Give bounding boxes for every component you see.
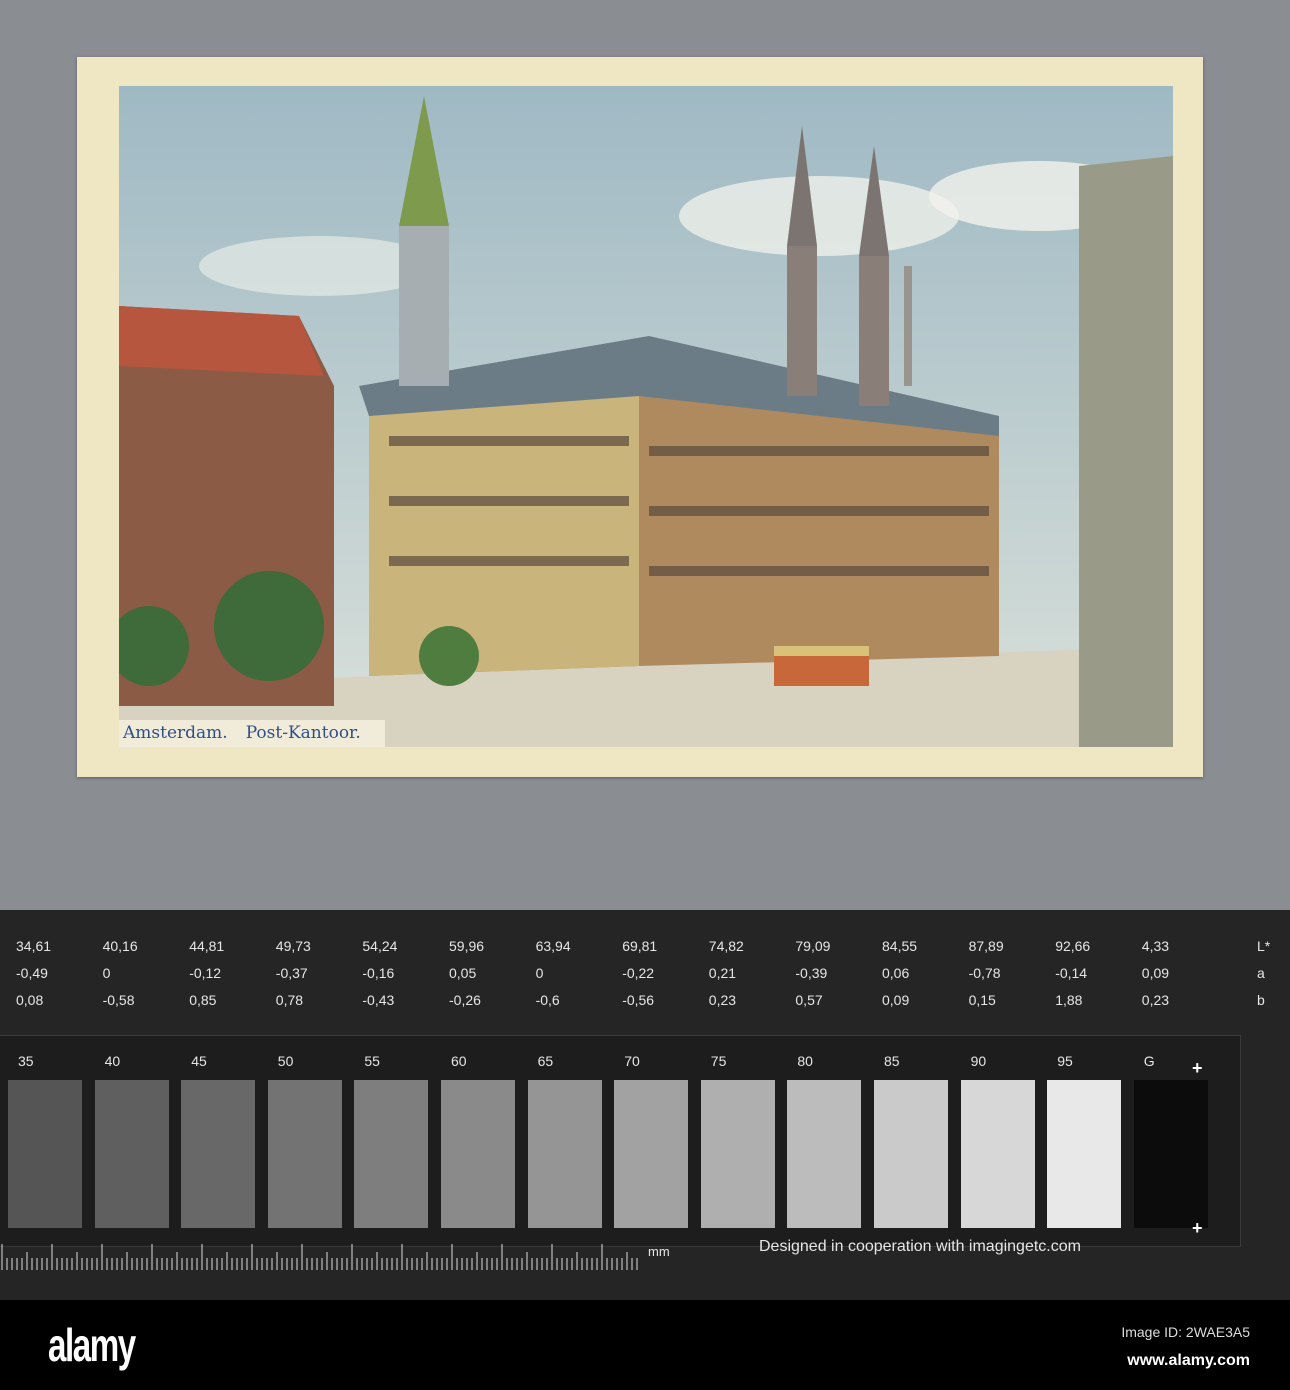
lab-value: 0,78 [275,992,304,1008]
lab-value: -0,49 [16,965,48,981]
postcard-illustration: Amsterdam. Post-Kantoor. [119,86,1173,747]
patch-label: 55 [364,1053,380,1069]
lab-value: 0 [535,965,544,981]
color-calibration-chart: 34,61 40,16 44,81 49,73 54,24 59,96 63,94 69,81… [0,910,1290,1300]
lab-value: -0,12 [189,965,222,981]
lab-value: 34,61 [16,938,52,954]
mm-ruler [1,1244,638,1270]
row-label: b [1257,992,1265,1008]
lab-value: 0,21 [708,965,737,981]
lab-value: 92,66 [1055,938,1091,954]
lab-value: -0,39 [795,965,828,981]
lab-value: -0,58 [102,992,135,1008]
lab-value: 63,94 [535,938,571,954]
postcard-caption: Amsterdam. Post-Kantoor. [119,720,385,747]
patch-label: 45 [191,1053,207,1069]
lab-value: -0,14 [1055,965,1088,981]
patch-label: G [1143,1053,1155,1069]
lab-value: 69,81 [622,938,658,954]
lab-value: 40,16 [102,938,138,954]
patch-label: 85 [884,1053,900,1069]
lab-value: 54,24 [362,938,398,954]
lab-value: 0,06 [882,965,910,981]
lab-value: 84,55 [882,938,918,954]
caption-city: Amsterdam. [123,723,228,743]
lab-value: 0,57 [795,992,823,1008]
lab-value: -0,16 [362,965,395,981]
gray-patch [700,1080,775,1228]
gray-patch [1047,1080,1122,1228]
footer-bar: alamy Image ID: 2WAE3A5 www.alamy.com [0,1300,1290,1390]
image-id: Image ID: 2WAE3A5 [1121,1324,1250,1340]
post-office-building-illustration [119,86,1173,747]
lab-value: 4,33 [1141,938,1170,954]
patch-label: 95 [1057,1053,1073,1069]
gray-patch [94,1080,169,1228]
lab-value: 0,23 [708,992,737,1008]
lab-value: 74,82 [708,938,744,954]
row-label: a [1257,965,1265,981]
patch-label: 90 [970,1053,987,1069]
gray-patch [614,1080,689,1228]
patch-label: 40 [104,1053,121,1069]
lab-value: -0,43 [362,992,395,1008]
patch-label: 35 [18,1053,34,1069]
lab-value: 0 [102,965,111,981]
lab-value: 0,09 [1141,965,1170,981]
lab-value: 44,81 [189,938,225,954]
lab-value: 49,73 [275,938,311,954]
gray-patch [267,1080,342,1228]
gray-patch [1133,1080,1208,1228]
lab-value: -0,22 [622,965,655,981]
patch-label: 80 [797,1053,813,1069]
gray-patch [354,1080,429,1228]
lab-value: -0,26 [449,992,481,1008]
caption-subject: Post-Kantoor. [245,723,361,743]
lab-value: 0,08 [16,992,44,1008]
lab-value: 0,15 [968,992,996,1008]
patch-label: 70 [624,1053,640,1069]
lab-value: -0,6 [535,992,560,1008]
gray-patch [527,1080,602,1228]
gray-patch [960,1080,1035,1228]
lab-value: -0,37 [275,965,308,981]
lab-value: 79,09 [795,938,831,954]
patch-label: 60 [451,1053,467,1069]
lab-value: 0,23 [1141,992,1170,1008]
chart-credit: Designed in cooperation with imagingetc.… [759,1238,1081,1255]
postcard: Amsterdam. Post-Kantoor. [77,57,1203,777]
patch-label: 50 [277,1053,294,1069]
row-label: L* [1257,938,1271,954]
registration-mark: + [1192,1058,1203,1078]
patch-label: 75 [710,1053,727,1069]
lab-value: 87,89 [968,938,1004,954]
lab-value: 0,09 [882,992,910,1008]
patch-label: 65 [537,1053,554,1069]
lab-value: 59,96 [449,938,485,954]
ruler-unit: mm [648,1244,670,1259]
lab-value: -0,56 [622,992,655,1008]
lab-value: 1,88 [1055,992,1083,1008]
lab-value: -0,78 [968,965,1001,981]
gray-patch [874,1080,948,1228]
lab-value: 0,05 [449,965,477,981]
gray-patch [441,1080,515,1228]
site-url: www.alamy.com [1127,1352,1250,1369]
gray-patch [787,1080,862,1228]
gray-patch [181,1080,256,1228]
gray-patch [8,1080,82,1228]
alamy-logo: alamy [48,1319,136,1371]
registration-mark: + [1192,1218,1203,1238]
lab-value: 0,85 [189,992,217,1008]
